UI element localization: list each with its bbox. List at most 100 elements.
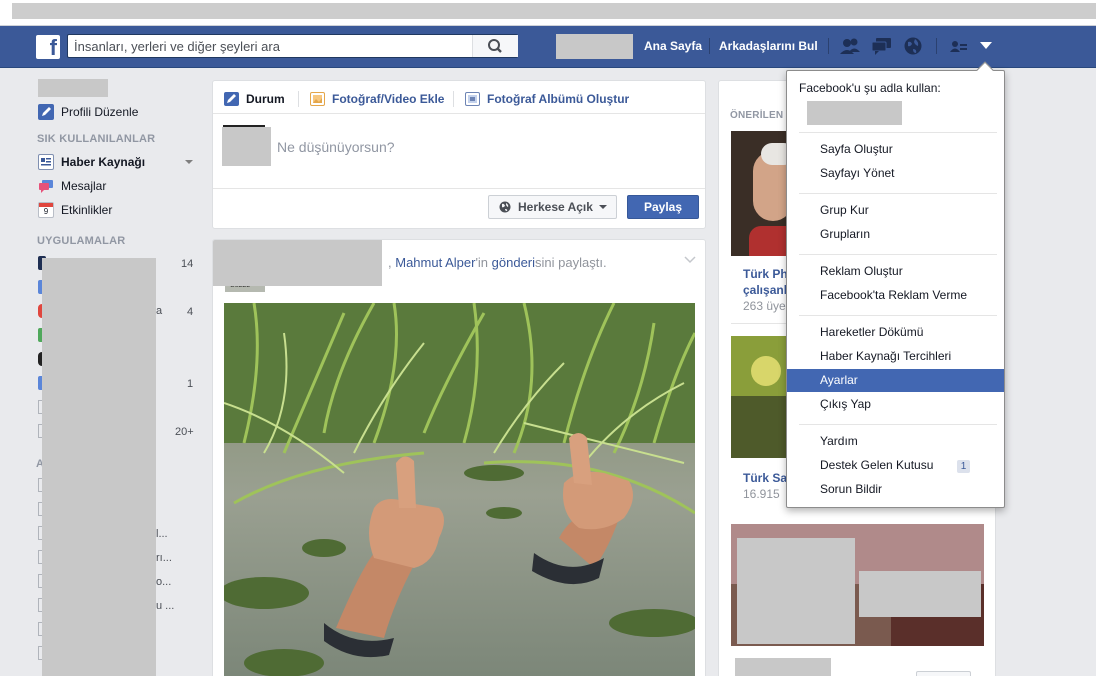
tab-photo-album[interactable]: Fotoğraf Albümü Oluştur [465, 91, 629, 107]
menu-separator [799, 254, 997, 255]
sidebar-item-messages[interactable]: Mesajlar [38, 176, 106, 196]
post-link[interactable]: gönderi [492, 255, 535, 270]
suggestion-image[interactable] [731, 336, 789, 458]
image-redacted [737, 538, 855, 644]
nav-divider [936, 38, 937, 54]
app-label-fragment: u ... [156, 600, 175, 612]
share-button[interactable]: Paylaş [627, 195, 699, 219]
status-pencil-icon [224, 92, 239, 106]
news-feed-icon [38, 154, 54, 170]
nav-find-friends-link[interactable]: Arkadaşlarını Bul [719, 39, 818, 53]
search-input[interactable] [68, 35, 472, 57]
suggestion-name[interactable]: Türk Ph [743, 267, 788, 281]
nav-home-link[interactable]: Ana Sayfa [644, 39, 702, 53]
composer-divider [213, 113, 705, 114]
menu-item-report-problem[interactable]: Sorun Bildir [787, 478, 1004, 501]
suggestion-name[interactable]: Türk Sa [743, 471, 787, 485]
privacy-label: Herkese Açık [518, 200, 593, 214]
sidebar-item-events[interactable]: 9 Etkinlikler [38, 200, 112, 220]
friend-requests-icon[interactable] [839, 36, 861, 56]
app-label-fragment: o... [156, 576, 172, 588]
suggestion-name[interactable]: çalışanl [743, 283, 787, 297]
privacy-shortcuts-icon[interactable] [948, 36, 970, 56]
photo-video-icon [310, 92, 325, 106]
menu-item-label: Destek Gelen Kutusu [820, 458, 934, 472]
feed-story: GÜZEL , Mahmut Alper'in gönderisini payl… [212, 239, 706, 676]
menu-item-create-group[interactable]: Grup Kur [787, 199, 1004, 222]
sidebar-item-news-feed[interactable]: Haber Kaynağı [38, 152, 145, 172]
thumbs-up-in-water-image [224, 303, 695, 676]
light-spot [751, 356, 781, 386]
user-avatar-redacted[interactable] [222, 127, 271, 166]
menu-item-log-out[interactable]: Çıkış Yap [787, 393, 1004, 416]
menu-item-create-ad[interactable]: Reklam Oluştur [787, 260, 1004, 283]
profile-name-redacted[interactable] [556, 34, 633, 59]
app-count-badge: 1 [187, 378, 194, 390]
story-text: 'in [475, 255, 492, 270]
address-field-redacted[interactable] [12, 3, 1096, 19]
app-count-badge: 4 [187, 306, 194, 318]
messages-icon[interactable] [871, 36, 893, 56]
story-options-chevron-icon[interactable] [684, 255, 696, 265]
top-navigation-bar: f Ana Sayfa Arkadaşlarını Bul [0, 26, 1096, 68]
page-name-redacted[interactable] [807, 101, 902, 125]
menu-item-news-feed-preferences[interactable]: Haber Kaynağı Tercihleri [787, 345, 1004, 368]
person-hair [761, 143, 789, 165]
facebook-logo-icon[interactable]: f [36, 35, 60, 59]
menu-item-your-groups[interactable]: Grupların [787, 223, 1004, 246]
menu-separator [799, 424, 997, 425]
news-feed-options-chevron-icon[interactable] [184, 158, 194, 166]
menu-separator [799, 315, 997, 316]
menu-item-settings[interactable]: Ayarlar [787, 369, 1004, 392]
app-label-fragment: rı... [156, 552, 172, 564]
menu-item-create-page[interactable]: Sayfa Oluştur [787, 138, 1004, 161]
image-redacted [859, 571, 981, 617]
search-icon [488, 39, 502, 53]
sidebar-item-label: Mesajlar [61, 179, 107, 193]
app-count-badge: 14 [181, 258, 194, 270]
account-menu-chevron-icon[interactable] [976, 40, 996, 52]
tab-divider [298, 91, 299, 107]
menu-item-support-inbox[interactable]: Destek Gelen Kutusu 1 [787, 454, 1004, 477]
app-label-fragment: a [156, 305, 163, 317]
tab-label: Durum [246, 92, 285, 106]
person-clothes [749, 226, 789, 256]
suggestion-member-count: 263 üye [743, 299, 786, 313]
suggestion-image[interactable] [731, 131, 789, 256]
calendar-day-number: 9 [43, 207, 49, 216]
edit-profile-link[interactable]: Profili Düzenle [38, 102, 138, 122]
story-text: sini paylaştı. [535, 255, 607, 270]
tab-status[interactable]: Durum [224, 91, 285, 107]
privacy-selector-button[interactable]: Herkese Açık [488, 195, 617, 219]
suggestion-name-redacted [735, 658, 831, 676]
suggested-groups-heading: ÖNERİLEN G [730, 110, 795, 121]
profile-name-redacted[interactable] [38, 79, 108, 97]
join-button[interactable] [916, 671, 971, 676]
edit-pencil-icon [38, 104, 54, 120]
composer-input[interactable]: Ne düşünüyorsun? [277, 139, 395, 155]
menu-separator [799, 132, 997, 133]
search-box[interactable] [67, 34, 518, 58]
status-composer: Durum Fotoğraf/Video Ekle Fotoğraf Albüm… [212, 80, 706, 229]
menu-separator [799, 193, 997, 194]
search-button[interactable] [472, 35, 518, 57]
support-inbox-count-badge: 1 [957, 460, 970, 473]
menu-item-advertising[interactable]: Facebook'ta Reklam Verme [787, 284, 1004, 307]
app-count-badge: 20+ [175, 426, 194, 438]
use-as-title: Facebook'u şu adla kullan: [799, 81, 941, 95]
story-header: , Mahmut Alper'in gönderisini paylaştı. [388, 255, 607, 270]
photo-album-icon [465, 92, 480, 106]
sidebar-item-label: Haber Kaynağı [61, 155, 146, 169]
menu-item-help[interactable]: Yardım [787, 430, 1004, 453]
chevron-down-icon [598, 205, 607, 209]
menu-item-activity-log[interactable]: Hareketler Dökümü [787, 321, 1004, 344]
author-link[interactable]: Mahmut Alper [395, 255, 475, 270]
notifications-globe-icon[interactable] [902, 36, 924, 56]
app-label-fragment: l... [156, 528, 168, 540]
nav-divider [709, 38, 710, 54]
messages-icon [38, 178, 54, 194]
shared-photo[interactable] [224, 303, 695, 676]
suggestion-image[interactable] [731, 524, 984, 646]
menu-item-manage-pages[interactable]: Sayfayı Yönet [787, 162, 1004, 185]
tab-photo-video[interactable]: Fotoğraf/Video Ekle [310, 91, 444, 107]
